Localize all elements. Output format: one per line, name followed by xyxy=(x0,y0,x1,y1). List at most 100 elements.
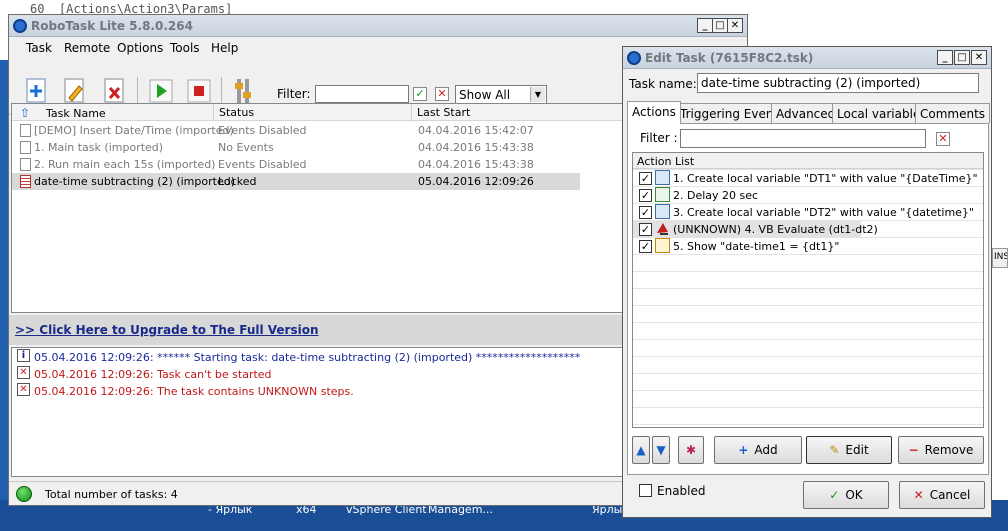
action-text: 3. Create local variable "DT2" with valu… xyxy=(673,206,974,219)
log-text: 05.04.2016 12:09:26: Task can't be start… xyxy=(34,368,272,381)
show-filter-select[interactable]: Show All ▼ xyxy=(455,85,547,104)
task-name: 2. Run main each 15s (imported) xyxy=(34,158,216,171)
arrow-down-icon: ▼ xyxy=(656,443,666,457)
enabled-checkbox[interactable] xyxy=(639,484,652,497)
close-icon: ✕ xyxy=(913,488,924,502)
task-file-icon xyxy=(20,158,31,171)
action-enabled-checkbox[interactable]: ✓ xyxy=(639,240,652,253)
toolbar-separator xyxy=(221,77,222,105)
remove-action-button[interactable]: − Remove xyxy=(898,436,984,464)
clear-filter-icon[interactable]: ✕ xyxy=(435,87,449,101)
filter-input[interactable] xyxy=(315,85,409,103)
task-name-label: Task name: xyxy=(629,77,697,91)
tab-comments[interactable]: Comments xyxy=(915,103,991,123)
ok-button[interactable]: ✓ OK xyxy=(803,481,889,509)
column-status[interactable]: Status xyxy=(214,104,412,121)
edit-action-button[interactable]: ✎ Edit xyxy=(806,436,892,464)
task-name: date-time subtracting (2) (imported) xyxy=(34,175,235,188)
action-enabled-checkbox[interactable]: ✓ xyxy=(639,206,652,219)
show-filter-value: Show All xyxy=(459,88,511,102)
edit-dialog-title: Edit Task (7615F8C2.tsk) xyxy=(645,51,814,65)
task-last-start: 04.04.2016 15:42:07 xyxy=(418,124,534,137)
error-icon: ✕ xyxy=(17,383,30,396)
unknown-action-icon xyxy=(655,221,670,236)
edit-task-icon xyxy=(64,78,84,103)
edit-minimize-button[interactable]: _ xyxy=(937,50,953,65)
edit-dialog-icon xyxy=(627,51,641,65)
new-task-icon xyxy=(26,78,46,103)
column-task-name-label: Task Name xyxy=(46,107,106,120)
check-icon: ✓ xyxy=(829,488,840,502)
task-row-selected[interactable]: date-time subtracting (2) (imported) Loc… xyxy=(12,173,580,190)
task-name: 1. Main task (imported) xyxy=(34,141,164,154)
menu-help[interactable]: Help xyxy=(211,41,238,55)
delay-icon xyxy=(655,187,670,202)
task-status: Events Disabled xyxy=(218,124,307,137)
log-text: 05.04.2016 12:09:26: ****** Starting tas… xyxy=(34,351,581,364)
delete-task-icon xyxy=(104,78,124,103)
minus-icon: − xyxy=(908,443,919,457)
task-status: Events Disabled xyxy=(218,158,307,171)
plus-icon: + xyxy=(738,443,749,457)
status-text: Total number of tasks: 4 xyxy=(45,488,178,501)
menu-tools[interactable]: Tools xyxy=(170,41,200,55)
edit-task-dialog: Edit Task (7615F8C2.tsk) _ □ ✕ Task name… xyxy=(622,46,992,518)
action-enabled-checkbox[interactable]: ✓ xyxy=(639,223,652,236)
menu-remote[interactable]: Remote xyxy=(64,41,110,55)
task-file-icon xyxy=(20,141,31,154)
maximize-button[interactable]: □ xyxy=(712,18,728,33)
action-filter-input[interactable] xyxy=(680,129,926,148)
task-file-icon xyxy=(20,124,31,137)
error-icon: ✕ xyxy=(17,366,30,379)
task-name: [DEMO] Insert Date/Time (imported) xyxy=(34,124,234,137)
menu-task[interactable]: Task xyxy=(26,41,52,55)
tab-advanced[interactable]: Advanced xyxy=(771,103,841,123)
move-down-button[interactable]: ▼ xyxy=(652,436,670,464)
upgrade-link[interactable]: >> Click Here to Upgrade to The Full Ver… xyxy=(15,323,319,337)
filter-label: Filter: xyxy=(277,87,311,101)
action-list: Action List ✓ 1. Create local variable "… xyxy=(632,152,984,428)
action-enabled-checkbox[interactable]: ✓ xyxy=(639,189,652,202)
ok-label: OK xyxy=(845,488,863,502)
action-row[interactable]: ✓ 1. Create local variable "DT1" with va… xyxy=(633,170,983,187)
action-row[interactable]: ✓ 5. Show "date-time1 = {dt1}" xyxy=(633,238,983,255)
action-list-header: Action List xyxy=(633,153,983,169)
info-icon: i xyxy=(17,349,30,362)
add-action-button[interactable]: + Add xyxy=(714,436,802,464)
variable-icon xyxy=(655,170,670,185)
action-text: 5. Show "date-time1 = {dt1}" xyxy=(673,240,840,253)
minimize-button[interactable]: _ xyxy=(697,18,713,33)
column-task-name[interactable]: ⇧ Task Name xyxy=(12,104,214,121)
variable-icon xyxy=(655,204,670,219)
action-row-selected[interactable]: ✓ (UNKNOWN) 4. VB Evaluate (dt1-dt2) xyxy=(633,221,878,238)
edit-close-button[interactable]: ✕ xyxy=(971,50,987,65)
apply-filter-icon[interactable]: ✓ xyxy=(413,87,427,101)
menu-options[interactable]: Options xyxy=(117,41,163,55)
background-ins-indicator: INS xyxy=(992,248,1008,268)
action-enabled-checkbox[interactable]: ✓ xyxy=(639,172,652,185)
action-row[interactable]: ✓ 2. Delay 20 sec xyxy=(633,187,983,204)
tab-actions[interactable]: Actions xyxy=(627,101,681,124)
debug-button[interactable]: ✱ xyxy=(678,436,704,464)
move-up-button[interactable]: ▲ xyxy=(632,436,650,464)
message-icon xyxy=(655,238,670,253)
action-text: (UNKNOWN) 4. VB Evaluate (dt1-dt2) xyxy=(673,223,878,236)
task-last-start: 05.04.2016 12:09:26 xyxy=(418,175,534,188)
cancel-button[interactable]: ✕ Cancel xyxy=(899,481,985,509)
sort-arrow-icon: ⇧ xyxy=(20,106,31,120)
clear-action-filter-icon[interactable]: ✕ xyxy=(936,132,950,146)
robotask-app-icon xyxy=(13,19,27,33)
edit-tabs: Actions Triggering Events Advanced Local… xyxy=(627,101,991,124)
locked-task-icon xyxy=(20,175,31,188)
chevron-down-icon[interactable]: ▼ xyxy=(530,87,545,102)
task-last-start: 04.04.2016 15:43:38 xyxy=(418,158,534,171)
play-icon xyxy=(149,79,173,103)
close-button[interactable]: ✕ xyxy=(727,18,743,33)
action-row[interactable]: ✓ 3. Create local variable "DT2" with va… xyxy=(633,204,983,221)
task-name-input[interactable] xyxy=(697,73,979,93)
add-label: Add xyxy=(754,443,778,457)
task-status: Locked xyxy=(218,175,257,188)
edit-maximize-button[interactable]: □ xyxy=(954,50,970,65)
tools-icon xyxy=(235,79,251,103)
action-filter-label: Filter : xyxy=(640,131,678,145)
